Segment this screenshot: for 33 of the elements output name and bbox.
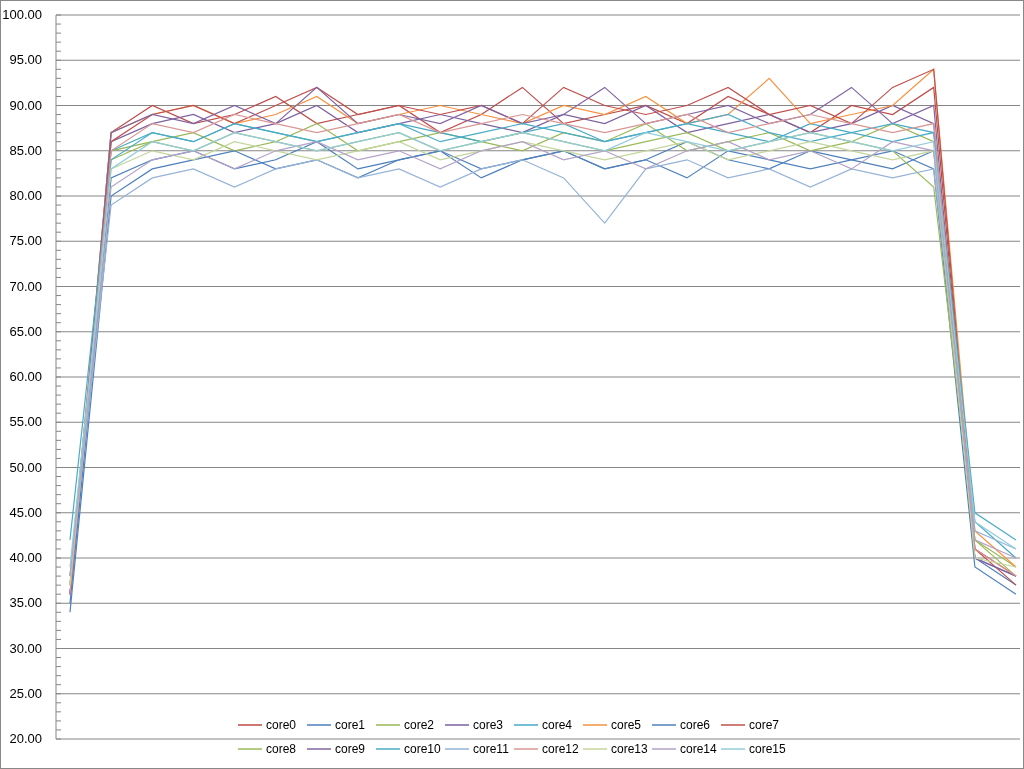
legend-label: core5 (611, 718, 642, 732)
legend-label: core4 (542, 718, 573, 732)
legend-label: core11 (473, 742, 509, 756)
y-tick-label: 60.00 (9, 369, 42, 384)
legend-label: core13 (611, 742, 648, 756)
y-tick-label: 90.00 (9, 97, 42, 113)
y-tick-label: 75.00 (9, 233, 42, 249)
y-tick-label: 55.00 (9, 414, 42, 430)
legend-label: core12 (542, 742, 579, 756)
y-tick-label: 35.00 (9, 595, 42, 611)
legend-label: core14 (680, 742, 717, 756)
y-tick-label: 100.00 (2, 7, 42, 22)
y-tick-label: 20.00 (9, 731, 42, 746)
legend-label: core2 (404, 718, 435, 732)
legend-label: core9 (335, 742, 366, 756)
y-tick-label: 70.00 (9, 278, 42, 294)
legend-label: core8 (266, 742, 297, 756)
y-tick-label: 30.00 (9, 640, 42, 656)
legend-label: core3 (473, 718, 504, 732)
y-tick-label: 40.00 (9, 550, 42, 565)
y-tick-label: 65.00 (9, 323, 42, 339)
legend-label: core6 (680, 718, 711, 732)
y-tick-label: 45.00 (9, 504, 42, 520)
legend-label: core7 (749, 718, 780, 732)
legend-label: core15 (749, 742, 786, 756)
y-tick-label: 95.00 (9, 52, 42, 68)
legend-label: core0 (266, 718, 297, 732)
y-tick-label: 80.00 (9, 188, 42, 203)
y-tick-label: 50.00 (9, 459, 42, 475)
legend-label: core10 (404, 742, 441, 756)
y-tick-label: 25.00 (9, 685, 42, 701)
y-tick-label: 85.00 (9, 142, 42, 158)
legend-label: core1 (335, 718, 366, 732)
